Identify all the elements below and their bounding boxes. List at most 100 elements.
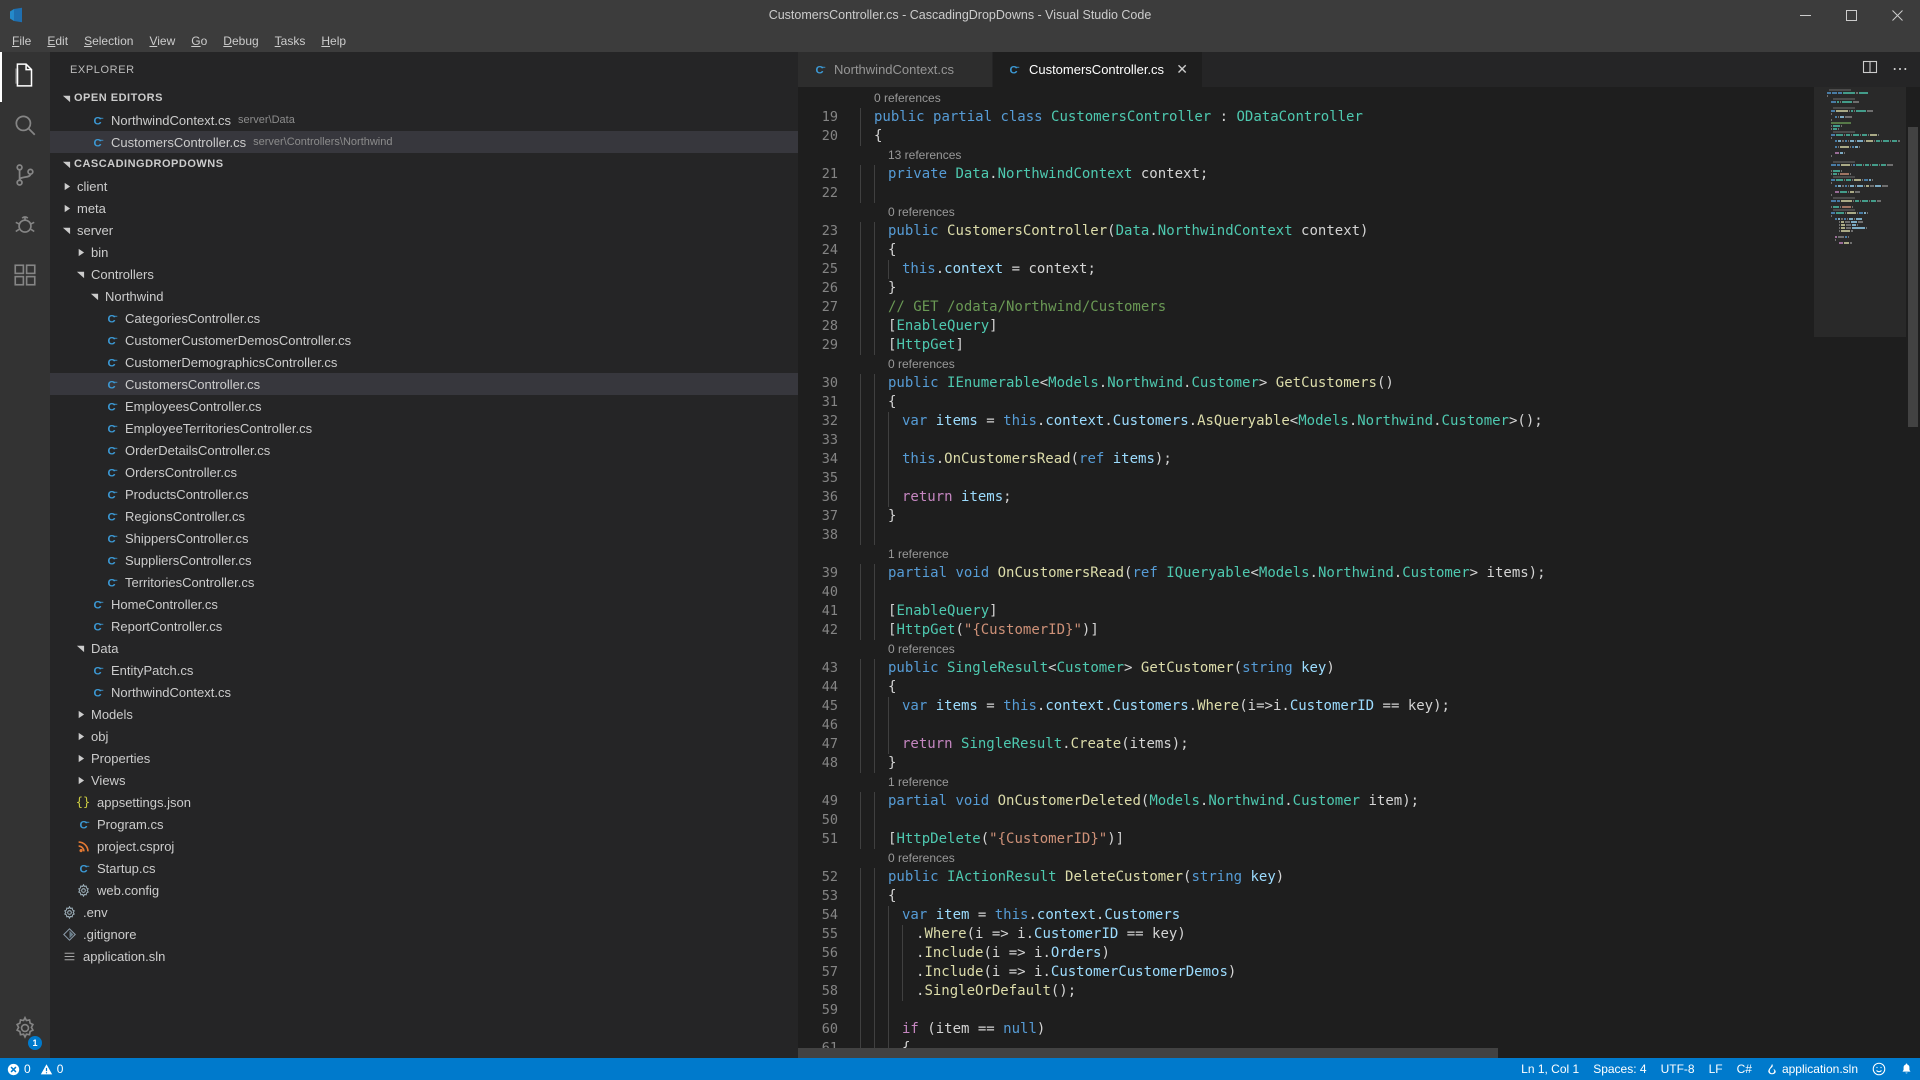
code-lens[interactable]: . 0 references [798,203,1814,222]
split-editor-icon[interactable] [1862,59,1878,80]
code-line[interactable]: 49 partial void OnCustomerDeleted(Models.… [798,792,1814,811]
close-icon[interactable]: ✕ [1174,61,1190,78]
code-line[interactable]: 37} [798,507,1814,526]
code-line[interactable]: 36 return items; [798,488,1814,507]
maximize-button[interactable] [1828,0,1874,30]
tree-folder[interactable]: meta [50,197,798,219]
code-lens-label[interactable]: 13 references [888,146,1814,165]
code-line[interactable]: 22 [798,184,1814,203]
scrollbar-thumb[interactable] [1908,127,1918,427]
tree-file[interactable]: C Program.cs [50,813,798,835]
open-editors-header[interactable]: OPEN EDITORS [50,87,798,109]
code-line[interactable]: 40 [798,583,1814,602]
tree-file[interactable]: C OrderDetailsController.cs [50,439,798,461]
tree-file[interactable]: C ProductsController.cs [50,483,798,505]
code-line[interactable]: 35 [798,469,1814,488]
tree-file[interactable]: C OrdersController.cs [50,461,798,483]
editor-tab[interactable]: C CustomersController.cs ✕ [992,52,1204,87]
code-line[interactable]: 44 { [798,678,1814,697]
activity-search[interactable] [0,102,50,152]
open-editor-item[interactable]: C NorthwindContext.cs server\Data [50,109,798,131]
code-line[interactable]: 50 [798,811,1814,830]
code-line[interactable]: 56 .Include(i => i.Orders) [798,944,1814,963]
code-line[interactable]: 21 private Data.NorthwindContext context; [798,165,1814,184]
chevron-down-icon[interactable] [72,644,88,653]
ellipsis-icon[interactable]: ⋯ [1892,61,1908,77]
code-line[interactable]: 46 [798,716,1814,735]
tree-file[interactable]: .env [50,901,798,923]
code-viewport[interactable]: . 0 references 19 public partial class Cust… [798,87,1814,1048]
status-feedback[interactable] [1865,1058,1893,1080]
chevron-right-icon[interactable] [72,732,88,741]
code-line[interactable]: 24 { [798,241,1814,260]
tree-file[interactable]: C EntityPatch.cs [50,659,798,681]
code-line[interactable]: 28 [EnableQuery] [798,317,1814,336]
tree-file[interactable]: C SuppliersController.cs [50,549,798,571]
chevron-down-icon[interactable] [58,226,74,235]
code-line[interactable]: 20 { [798,127,1814,146]
activity-debug[interactable] [0,202,50,252]
tree-file[interactable]: C CustomerDemographicsController.cs [50,351,798,373]
tree-folder[interactable]: Views [50,769,798,791]
code-line[interactable]: 47 return SingleResult.Create(items); [798,735,1814,754]
tree-file[interactable]: C EmployeesController.cs [50,395,798,417]
code-line[interactable]: 31 { [798,393,1814,412]
menu-tasks[interactable]: Tasks [267,31,314,51]
code-line[interactable]: 27 // GET /odata/Northwind/Customers [798,298,1814,317]
tree-folder[interactable]: Models [50,703,798,725]
tree-file[interactable]: C EmployeeTerritoriesController.cs [50,417,798,439]
code-lens-label[interactable]: 1 reference [888,773,1814,792]
status-indentation[interactable]: Spaces: 4 [1586,1058,1653,1080]
activity-source-control[interactable] [0,152,50,202]
code-lens[interactable]: . 0 references [798,849,1814,868]
code-line[interactable]: 42 [HttpGet("{CustomerID}")] [798,621,1814,640]
code-line[interactable]: 33 [798,431,1814,450]
activity-manage-settings[interactable]: 1 [0,1002,50,1058]
tree-folder[interactable]: Data [50,637,798,659]
tree-folder[interactable]: server [50,219,798,241]
tree-file[interactable]: project.csproj [50,835,798,857]
code-line[interactable]: 52 public IActionResult DeleteCustomer(st… [798,868,1814,887]
tree-folder[interactable]: Controllers [50,263,798,285]
status-cursor-position[interactable]: Ln 1, Col 1 [1514,1058,1586,1080]
tree-folder[interactable]: Properties [50,747,798,769]
status-language-mode[interactable]: C# [1730,1058,1759,1080]
tree-file[interactable]: C RegionsController.cs [50,505,798,527]
tree-file[interactable]: C HomeController.cs [50,593,798,615]
menu-go[interactable]: Go [183,31,215,51]
tree-file[interactable]: application.sln [50,945,798,967]
code-line[interactable]: 41 [EnableQuery] [798,602,1814,621]
code-line[interactable]: 23 public CustomersController(Data.Northw… [798,222,1814,241]
chevron-right-icon[interactable] [58,182,74,191]
menu-help[interactable]: Help [313,31,354,51]
code-lens[interactable]: . 1 reference [798,545,1814,564]
close-button[interactable] [1874,0,1920,30]
menu-edit[interactable]: Edit [39,31,76,51]
code-lens-label[interactable]: 1 reference [888,545,1814,564]
code-lens-label[interactable]: 0 references [874,89,1814,108]
tree-file[interactable]: web.config [50,879,798,901]
code-content[interactable]: . 0 references 19 public partial class Cust… [798,87,1814,1048]
code-lens[interactable]: . 13 references [798,146,1814,165]
hscrollbar-thumb[interactable] [798,1048,1498,1058]
editor-horizontal-scrollbar[interactable] [798,1048,1920,1058]
activity-explorer[interactable] [0,52,50,102]
editor-vertical-scrollbar[interactable] [1906,87,1920,1048]
code-line[interactable]: 30 public IEnumerable<Models.Northwind.Cu… [798,374,1814,393]
tree-folder[interactable]: client [50,175,798,197]
tree-file[interactable]: C CustomersController.cs [50,373,798,395]
status-eol[interactable]: LF [1702,1058,1730,1080]
code-line[interactable]: 53 { [798,887,1814,906]
tree-file[interactable]: C CustomerCustomerDemosController.cs [50,329,798,351]
code-line[interactable]: 32 var items = this.context.Customers.AsQ… [798,412,1814,431]
code-line[interactable]: 51 [HttpDelete("{CustomerID}")] [798,830,1814,849]
code-line[interactable]: 58 .SingleOrDefault(); [798,982,1814,1001]
chevron-right-icon[interactable] [72,754,88,763]
editor-tab[interactable]: CNorthwindContext.cs✕ [798,52,993,87]
code-lens[interactable]: . 1 reference [798,773,1814,792]
tree-file[interactable]: C NorthwindContext.cs [50,681,798,703]
tree-file[interactable]: C CategoriesController.cs [50,307,798,329]
code-line[interactable]: 45 var items = this.context.Customers.Whe… [798,697,1814,716]
code-line[interactable]: 59 [798,1001,1814,1020]
open-editor-item[interactable]: C CustomersController.cs server\Controller… [50,131,798,153]
